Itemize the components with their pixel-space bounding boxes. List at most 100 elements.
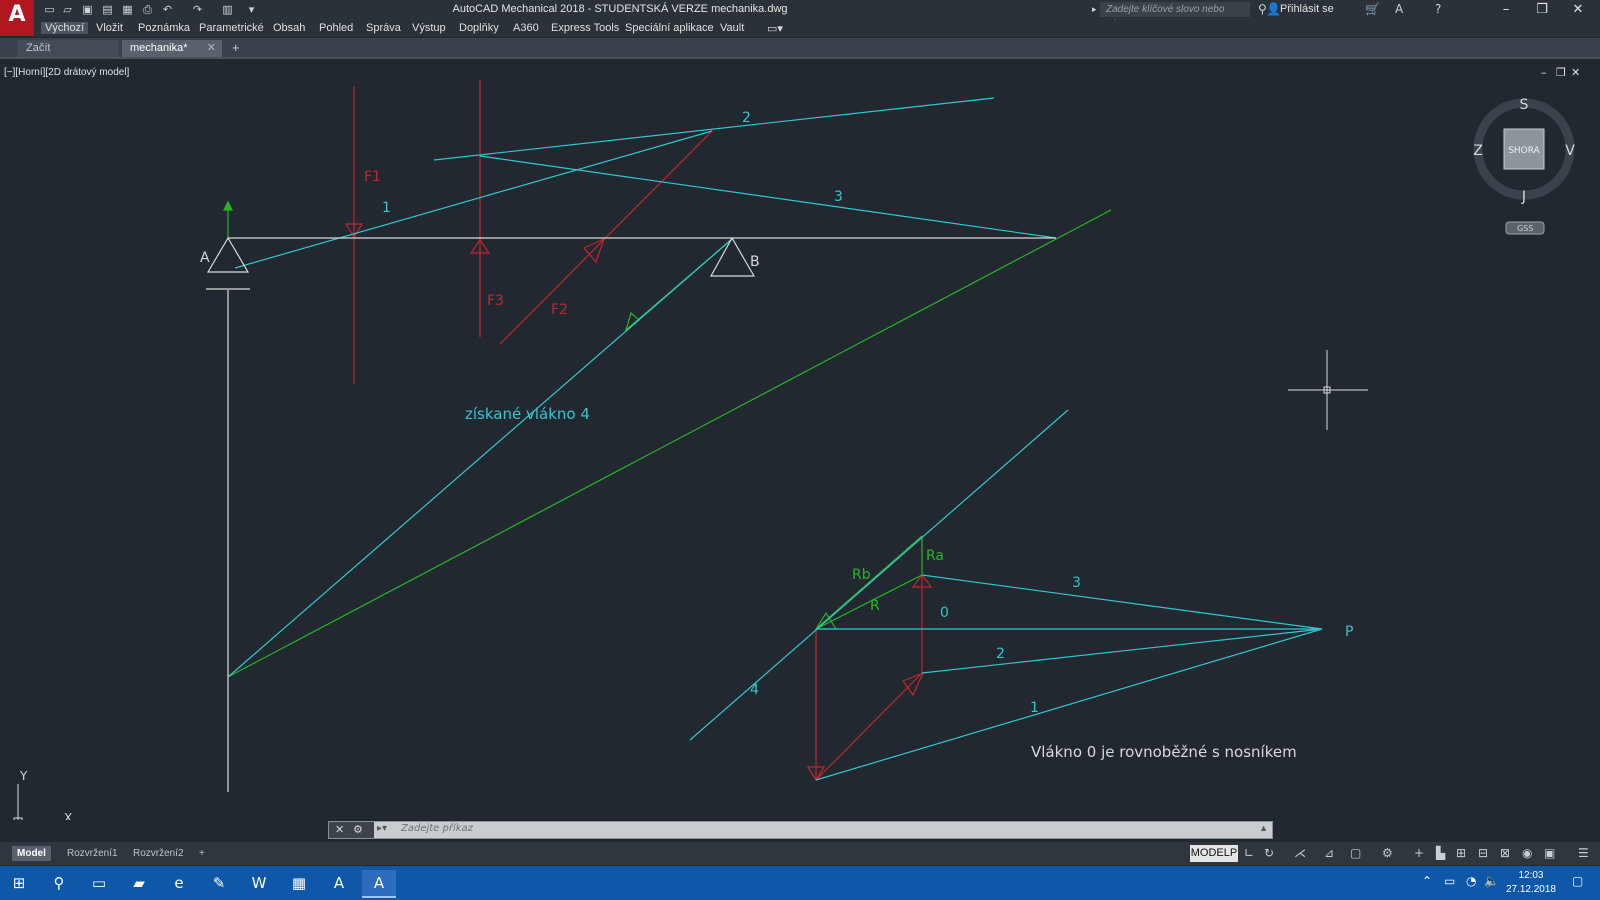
wrench-icon[interactable]: ⚙ — [353, 822, 363, 838]
volume-icon[interactable]: 🔈 — [1484, 874, 1499, 888]
autocad-mechanical-taskbar-icon[interactable]: A — [362, 870, 396, 898]
user-icon: 👤 — [1266, 2, 1281, 16]
save-as-icon[interactable]: ▤ — [100, 3, 115, 16]
menu-vystup[interactable]: Výstup — [412, 22, 446, 34]
polygon-line-4 — [689, 409, 1069, 741]
reaction-lines — [223, 200, 1112, 678]
menu-parametricke[interactable]: Parametrické — [199, 22, 264, 34]
model-space-toggle[interactable]: MODELP — [1190, 845, 1238, 862]
file-tabs-bar: Začít mechanika* ✕ — [0, 38, 1600, 57]
redo-icon[interactable]: ↷ — [190, 3, 205, 16]
tab-mechanika[interactable]: mechanika* ✕ — [122, 40, 222, 57]
menu-vychozi[interactable]: Výchozí — [41, 22, 89, 34]
viewport-restore-icon[interactable]: ❐ — [1556, 66, 1566, 79]
menu-specialni-aplikace[interactable]: Speciální aplikace — [625, 22, 714, 34]
help-icon[interactable]: ? — [1435, 2, 1441, 16]
autodesk-app-icon[interactable]: A — [1395, 2, 1403, 16]
command-line: ✕ ⚙ ▸▾ Zadejte příkaz ▲ — [328, 821, 1273, 839]
cart-icon[interactable]: 🛒 — [1365, 2, 1380, 16]
isolate-objects-icon[interactable]: ◉ — [1522, 846, 1532, 860]
units-icon[interactable]: ⊠ — [1500, 846, 1510, 860]
label-0: 0 — [940, 605, 949, 621]
viewcube-east: V — [1565, 143, 1575, 159]
layout-tab-rozvrzeni1[interactable]: Rozvržení1 — [62, 846, 123, 861]
top-line-1 — [234, 130, 713, 269]
notifications-icon[interactable]: ▢ — [1572, 874, 1583, 888]
minimize-window-button[interactable]: – — [1488, 0, 1524, 20]
print-icon[interactable]: ⎙ — [140, 3, 155, 16]
plus-icon[interactable]: + — [1414, 846, 1424, 860]
menu-poznamka[interactable]: Poznámka — [138, 22, 190, 34]
hardware-acceleration-icon[interactable]: ▣ — [1544, 846, 1555, 860]
workspace-icon[interactable]: ⊟ — [1478, 846, 1488, 860]
task-view-icon[interactable]: ▭ — [82, 870, 116, 896]
top-line-2 — [433, 97, 995, 161]
close-icon[interactable]: ✕ — [207, 40, 216, 57]
label-r: R — [870, 598, 880, 614]
ribbon-toggle-icon[interactable]: ▭▾ — [767, 22, 783, 35]
autocad-logo-icon[interactable]: A — [0, 0, 34, 36]
annotation-icon[interactable]: ⊞ — [1456, 846, 1466, 860]
internet-explorer-icon[interactable]: e — [162, 870, 196, 896]
support-a — [206, 236, 250, 273]
menu-express-tools[interactable]: Express Tools — [551, 22, 619, 34]
object-snap-tracking-icon[interactable]: ⋌ — [1294, 846, 1306, 860]
label-top-3: 3 — [834, 189, 843, 205]
plot-icon[interactable]: ▥ — [220, 3, 235, 16]
ribbon-menu-bar: Výchozí Vložit Poznámka Parametrické Obs… — [34, 20, 1600, 37]
command-input[interactable]: Zadejte příkaz — [401, 823, 473, 834]
network-icon[interactable]: ◔ — [1466, 874, 1476, 888]
lineweight-icon[interactable]: ▢ — [1350, 846, 1361, 860]
new-file-icon[interactable]: ▭ — [42, 3, 57, 16]
viewport-close-icon[interactable]: ✕ — [1571, 66, 1580, 79]
signin-button[interactable]: Přihlásit se — [1280, 3, 1334, 15]
menu-sprava[interactable]: Správa — [366, 22, 401, 34]
save-icon[interactable]: ▣ — [80, 3, 95, 16]
open-file-icon[interactable]: ▱ — [60, 3, 75, 16]
search-icon[interactable]: ⚲ — [42, 870, 76, 896]
close-icon[interactable]: ✕ — [335, 822, 344, 838]
battery-icon[interactable]: ▭ — [1444, 874, 1455, 888]
settings-gear-icon[interactable]: ⚙ — [1382, 846, 1393, 860]
clock-date: 27.12.2018 — [1505, 884, 1556, 895]
menu-vault[interactable]: Vault — [720, 22, 744, 34]
customize-quick-access-icon[interactable]: ▾ — [244, 3, 259, 16]
new-tab-button[interactable]: + — [232, 40, 240, 55]
viewport-minimize-icon[interactable]: – — [1541, 66, 1547, 79]
history-expand-icon[interactable]: ▲ — [1259, 823, 1268, 833]
menu-doplnky[interactable]: Doplňky — [459, 22, 499, 34]
customization-menu-icon[interactable]: ☰ — [1578, 846, 1589, 860]
ortho-icon[interactable]: ∟ — [1244, 846, 1254, 860]
menu-vlozit[interactable]: Vložit — [96, 22, 123, 34]
word-icon[interactable]: W — [242, 870, 276, 896]
autocad-taskbar-icon[interactable]: A — [322, 870, 356, 896]
ucs-icon — [13, 784, 23, 820]
tab-mechanika-label: mechanika* — [130, 42, 188, 54]
tab-start[interactable]: Začít — [18, 40, 118, 57]
drawing-canvas[interactable]: Y X A B F1 F3 F2 1 2 3 získané vlákno 4 … — [0, 58, 1600, 820]
system-clock[interactable]: 12:03 27.12.2018 — [1506, 869, 1556, 897]
file-explorer-icon[interactable]: ▰ — [122, 870, 156, 896]
menu-pohled[interactable]: Pohled — [319, 22, 353, 34]
search-expand-icon[interactable]: ▸ — [1092, 4, 1097, 15]
search-input[interactable]: Zadejte klíčové slovo nebo výraz — [1100, 2, 1250, 30]
polar-tracking-icon[interactable]: ↻ — [1264, 846, 1274, 860]
viewport-label[interactable]: [−][Horní][2D drátový model] — [4, 67, 129, 78]
calculator-icon[interactable]: ▦ — [282, 870, 316, 896]
object-snap-icon[interactable]: ⊿ — [1324, 846, 1334, 860]
close-window-button[interactable]: ✕ — [1560, 0, 1596, 20]
undo-icon[interactable]: ↶ — [160, 3, 175, 16]
web-mobile-icon[interactable]: ▦ — [120, 3, 135, 16]
windows-start-icon[interactable]: ⊞ — [2, 870, 36, 896]
menu-a360[interactable]: A360 — [513, 22, 539, 34]
menu-obsah[interactable]: Obsah — [273, 22, 305, 34]
paint-icon[interactable]: ✎ — [202, 870, 236, 896]
tray-expand-icon[interactable]: ⌃ — [1422, 874, 1432, 888]
label-fibre-4: získané vlákno 4 — [465, 405, 590, 423]
add-layout-button[interactable]: + — [194, 846, 210, 861]
restore-window-button[interactable]: ❐ — [1524, 0, 1560, 20]
prompt-icon[interactable]: ▸▾ — [377, 823, 387, 834]
layout-tab-rozvrzeni2[interactable]: Rozvržení2 — [128, 846, 189, 861]
layout-tab-model[interactable]: Model — [12, 846, 51, 861]
quick-properties-icon[interactable]: ▙ — [1436, 846, 1445, 860]
